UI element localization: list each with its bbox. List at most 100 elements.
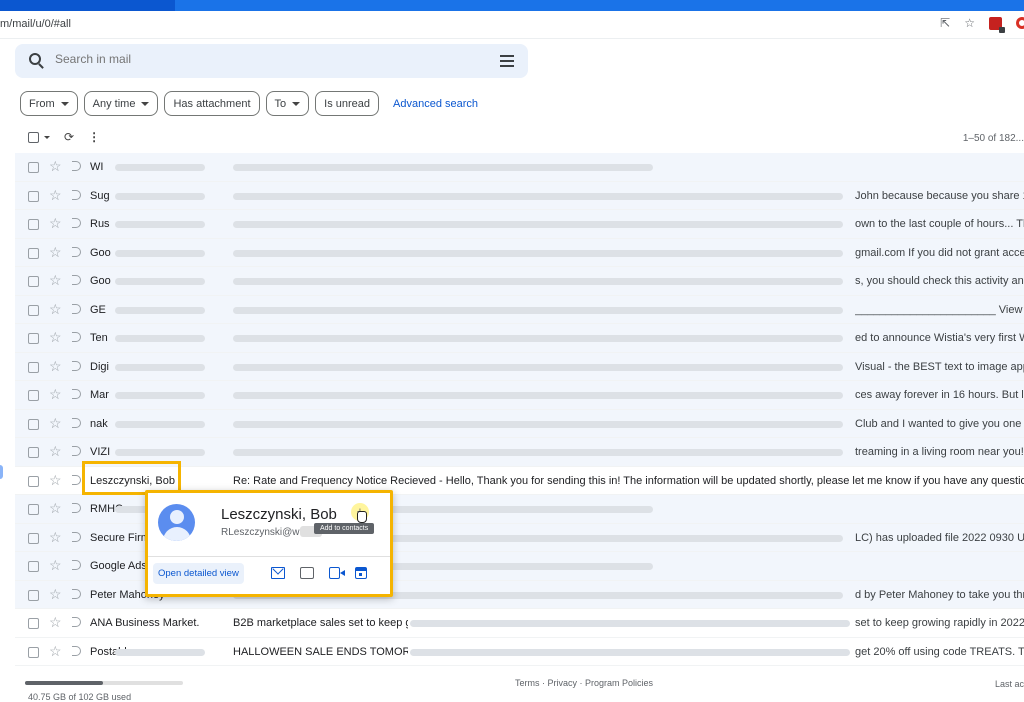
star-icon[interactable]: ☆	[49, 415, 62, 432]
importance-icon[interactable]	[72, 446, 81, 456]
filter-is-unread[interactable]: Is unread	[315, 91, 380, 116]
email-row[interactable]: ☆ Goo gmail.com If you did not grant acces…	[15, 238, 1024, 267]
importance-icon[interactable]	[72, 645, 81, 656]
refresh-icon[interactable]: ⟳	[64, 130, 74, 144]
filter-any-time[interactable]: Any time	[83, 91, 159, 116]
row-checkbox[interactable]	[28, 247, 39, 259]
importance-icon[interactable]	[72, 332, 81, 342]
footer-links[interactable]: Terms · Privacy · Program Policies	[515, 678, 653, 688]
star-icon[interactable]: ☆	[49, 443, 62, 460]
importance-icon[interactable]	[72, 389, 81, 399]
contact-email[interactable]: RLeszczynski@w	[221, 527, 300, 538]
row-checkbox[interactable]	[28, 162, 39, 173]
row-checkbox[interactable]	[28, 190, 39, 202]
share-icon[interactable]: ⇱	[940, 16, 950, 30]
star-icon[interactable]: ☆	[49, 301, 62, 318]
importance-icon[interactable]	[72, 246, 81, 257]
importance-icon[interactable]	[72, 503, 81, 513]
star-icon[interactable]: ☆	[49, 329, 62, 346]
row-checkbox[interactable]	[28, 618, 39, 629]
row-checkbox[interactable]	[28, 219, 39, 230]
importance-icon[interactable]	[72, 218, 81, 228]
filter-has-attachment[interactable]: Has attachment	[164, 91, 260, 116]
email-row[interactable]: ☆ ANA Business Market. B2B marketplace sal…	[15, 609, 1024, 638]
avatar[interactable]	[158, 504, 195, 541]
email-row[interactable]: ☆ Mar ces away forever in 16 hours. But li…	[15, 381, 1024, 410]
email-row[interactable]: ☆ Rus own to the last couple of hours... T…	[15, 210, 1024, 239]
email-row[interactable]: ☆ GE _______________________ View	[15, 295, 1024, 324]
importance-icon[interactable]	[72, 161, 81, 171]
star-icon[interactable]: ☆	[49, 244, 62, 261]
calendar-icon[interactable]	[355, 567, 367, 579]
importance-icon[interactable]	[72, 360, 81, 371]
open-detailed-view-button[interactable]: Open detailed view	[153, 563, 244, 584]
select-all-control[interactable]	[28, 131, 50, 143]
email-row[interactable]: ☆ WI	[15, 153, 1024, 182]
row-checkbox[interactable]	[28, 276, 39, 287]
row-checkbox[interactable]	[28, 447, 39, 458]
importance-icon[interactable]	[72, 275, 81, 285]
star-icon[interactable]: ☆	[49, 586, 62, 603]
row-checkbox[interactable]	[28, 333, 39, 344]
pagination-range: 1–50 of 182...	[962, 133, 1024, 144]
email-row[interactable]: ☆ Postable HALLOWEEN SALE ENDS TOMORRO get …	[15, 637, 1024, 666]
star-icon[interactable]: ☆	[49, 500, 62, 517]
importance-icon[interactable]	[72, 531, 81, 542]
chat-icon[interactable]	[300, 567, 314, 579]
active-tab[interactable]	[0, 0, 175, 11]
row-checkbox[interactable]	[28, 532, 39, 544]
star-icon[interactable]: ☆	[964, 16, 975, 30]
email-row[interactable]: ☆ Sug John because because you share 12 m	[15, 181, 1024, 210]
importance-icon[interactable]	[72, 303, 81, 314]
select-all-checkbox[interactable]	[28, 131, 39, 143]
importance-icon[interactable]	[72, 417, 81, 428]
url-text[interactable]: m/mail/u/0/#all	[0, 18, 71, 30]
star-icon[interactable]: ☆	[49, 614, 62, 631]
more-options-icon[interactable]: ⋮	[88, 130, 100, 144]
importance-icon[interactable]	[72, 617, 81, 627]
importance-icon[interactable]	[72, 474, 81, 485]
star-icon[interactable]: ☆	[49, 643, 62, 660]
email-icon[interactable]	[271, 567, 285, 579]
row-checkbox[interactable]	[28, 418, 39, 430]
redacted-sender	[115, 335, 205, 342]
row-checkbox[interactable]	[28, 561, 39, 572]
search-bar[interactable]	[15, 44, 528, 78]
email-snippet: ed to announce Wistia's very first We	[855, 332, 1024, 344]
advanced-search-link[interactable]: Advanced search	[393, 98, 478, 110]
star-icon[interactable]: ☆	[49, 557, 62, 574]
row-checkbox[interactable]	[28, 589, 39, 601]
chevron-down-icon[interactable]	[44, 135, 50, 139]
row-checkbox[interactable]	[28, 390, 39, 401]
filter-from[interactable]: From	[20, 91, 78, 116]
extension-icon[interactable]	[989, 16, 1005, 33]
star-icon[interactable]: ☆	[49, 529, 62, 546]
video-call-icon[interactable]	[329, 567, 345, 579]
last-activity[interactable]: Last ac	[995, 679, 1024, 689]
filter-to[interactable]: To	[265, 91, 310, 116]
star-icon[interactable]: ☆	[49, 158, 62, 175]
star-icon[interactable]: ☆	[49, 187, 62, 204]
importance-icon[interactable]	[72, 189, 81, 200]
star-icon[interactable]: ☆	[49, 358, 62, 375]
star-icon[interactable]: ☆	[49, 472, 62, 489]
search-options-icon[interactable]	[500, 55, 514, 67]
row-checkbox[interactable]	[28, 646, 39, 658]
star-icon[interactable]: ☆	[49, 386, 62, 403]
search-input[interactable]	[55, 52, 455, 66]
search-icon[interactable]	[29, 53, 41, 65]
email-row[interactable]: ☆ Ten ed to announce Wistia's very first W…	[15, 324, 1024, 353]
email-row[interactable]: ☆ Goo s, you should check this activity an…	[15, 267, 1024, 296]
star-icon[interactable]: ☆	[49, 272, 62, 289]
opera-icon[interactable]	[1016, 17, 1024, 29]
address-bar[interactable]: m/mail/u/0/#all ⇱ ☆	[0, 11, 1024, 39]
row-checkbox[interactable]	[28, 504, 39, 515]
email-row[interactable]: ☆ nak Club and I wanted to give you one la	[15, 409, 1024, 438]
row-checkbox[interactable]	[28, 475, 39, 487]
row-checkbox[interactable]	[28, 361, 39, 373]
importance-icon[interactable]	[72, 560, 81, 570]
email-row[interactable]: ☆ Digi Visual - the BEST text to image app…	[15, 352, 1024, 381]
importance-icon[interactable]	[72, 588, 81, 599]
star-icon[interactable]: ☆	[49, 215, 62, 232]
row-checkbox[interactable]	[28, 304, 39, 316]
